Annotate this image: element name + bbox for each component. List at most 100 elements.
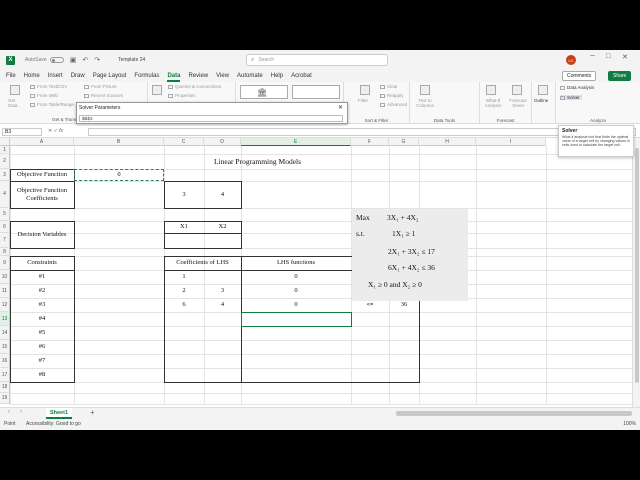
redo-icon[interactable]: ↷: [94, 56, 100, 64]
row-header-10[interactable]: 10: [0, 270, 10, 284]
row-header-8[interactable]: 8: [0, 248, 10, 256]
lhs-function-value[interactable]: 0: [241, 284, 351, 298]
lhs-function-value[interactable]: 0: [241, 270, 351, 284]
tab-formulas[interactable]: Formulas: [134, 73, 159, 79]
tab-file[interactable]: File: [6, 73, 16, 79]
select-all-corner[interactable]: [0, 138, 10, 146]
tab-draw[interactable]: Draw: [71, 73, 85, 79]
column-header-g[interactable]: G: [389, 138, 419, 146]
vertical-scrollbar[interactable]: [632, 138, 640, 410]
minimize-icon[interactable]: ─: [590, 53, 595, 60]
lhs-coef-2[interactable]: [204, 270, 241, 284]
close-icon[interactable]: ✕: [622, 53, 628, 61]
clear-button[interactable]: Clear: [380, 84, 398, 89]
from-table-button[interactable]: From Table/Range: [30, 102, 74, 107]
row-header-17[interactable]: 17: [0, 368, 10, 382]
lhs-function-value[interactable]: 0: [241, 298, 351, 312]
lhs-coef-1[interactable]: 2: [164, 284, 204, 298]
close-icon[interactable]: ✕: [338, 104, 343, 111]
tab-view[interactable]: View: [216, 73, 229, 79]
undo-icon[interactable]: ↶: [82, 56, 88, 64]
row-header-12[interactable]: 12: [0, 298, 10, 312]
row-header-11[interactable]: 11: [0, 284, 10, 298]
avatar[interactable]: LC: [566, 55, 576, 65]
row-header-13[interactable]: 13: [0, 312, 10, 326]
add-sheet-icon[interactable]: +: [90, 408, 95, 417]
text-to-columns-button[interactable]: Text to Columns: [416, 98, 434, 108]
row-header-2[interactable]: 2: [0, 154, 10, 169]
row-header-5[interactable]: 5: [0, 208, 10, 221]
selected-cell[interactable]: [241, 312, 352, 327]
lhs-coef-1[interactable]: 6: [164, 298, 204, 312]
filter-button[interactable]: Filter: [358, 98, 368, 103]
column-header-a[interactable]: A: [10, 138, 74, 146]
formula-input[interactable]: [88, 128, 636, 136]
data-analysis-button[interactable]: Data Analysis: [560, 85, 594, 90]
tab-insert[interactable]: Insert: [48, 73, 63, 79]
row-header-1[interactable]: 1: [0, 146, 10, 154]
tab-help[interactable]: Help: [271, 73, 283, 79]
coef-x1[interactable]: 3: [164, 181, 204, 208]
name-box[interactable]: B3: [2, 128, 42, 136]
row-header-4[interactable]: 4: [0, 181, 10, 208]
save-icon[interactable]: ▣: [70, 56, 77, 64]
row-header-15[interactable]: 15: [0, 340, 10, 354]
filter-icon[interactable]: [360, 85, 370, 95]
tab-page-layout[interactable]: Page Layout: [93, 73, 127, 79]
advanced-button[interactable]: Advanced: [380, 102, 407, 107]
autosave-toggle[interactable]: [49, 57, 64, 63]
column-header-c[interactable]: C: [164, 138, 204, 146]
queries-connections-button[interactable]: Queries & Connections: [168, 84, 221, 89]
prev-sheet-icon[interactable]: ‹: [8, 409, 10, 415]
row-header-16[interactable]: 16: [0, 354, 10, 368]
tab-review[interactable]: Review: [188, 73, 208, 79]
next-sheet-icon[interactable]: ›: [20, 409, 22, 415]
column-header-e[interactable]: E: [241, 138, 351, 146]
row-header-3[interactable]: 3: [0, 169, 10, 181]
get-data-button[interactable]: Get Data: [8, 98, 22, 108]
coef-x2[interactable]: 4: [204, 181, 241, 208]
maximize-icon[interactable]: □: [606, 53, 610, 60]
horizontal-scrollbar[interactable]: [396, 411, 632, 416]
tab-home[interactable]: Home: [24, 73, 40, 79]
refresh-all-icon[interactable]: [152, 85, 162, 95]
set-objective-field[interactable]: $B$3: [79, 115, 343, 122]
spreadsheet-grid[interactable]: A B C D E F G H I 1 2 3 4 5 6 7 8 9 10 11 12 13 14 15 16 17 18 19 Li…: [0, 138, 633, 410]
from-web-button[interactable]: From Web: [30, 93, 58, 98]
row-header-7[interactable]: 7: [0, 233, 10, 248]
geography-datatype[interactable]: [292, 85, 340, 99]
tab-automate[interactable]: Automate: [237, 73, 263, 79]
search-input[interactable]: ⌕ Search: [246, 54, 388, 66]
solver-button[interactable]: Solver: [560, 95, 582, 100]
from-picture-button[interactable]: From Picture: [84, 84, 117, 89]
forecast-sheet-button[interactable]: Forecast Sheet: [508, 98, 528, 108]
row-header-14[interactable]: 14: [0, 326, 10, 340]
column-header-f[interactable]: F: [351, 138, 389, 146]
column-header-d[interactable]: D: [204, 138, 241, 146]
properties-button[interactable]: Properties: [168, 93, 196, 98]
tab-data[interactable]: Data: [167, 73, 181, 82]
lhs-coef-2[interactable]: 4: [204, 298, 241, 312]
lhs-coef-2[interactable]: 3: [204, 284, 241, 298]
outline-button[interactable]: Outline: [534, 98, 548, 103]
scroll-thumb[interactable]: [635, 148, 639, 383]
zoom-level[interactable]: 100%: [623, 421, 636, 427]
column-header-h[interactable]: H: [419, 138, 476, 146]
stocks-datatype[interactable]: 🏛: [240, 85, 288, 99]
tab-acrobat[interactable]: Acrobat: [291, 73, 312, 79]
share-button[interactable]: Share: [608, 71, 632, 81]
column-header-b[interactable]: B: [74, 138, 164, 146]
accessibility-status[interactable]: Accessibility: Good to go: [26, 421, 81, 427]
what-if-button[interactable]: What-If Analysis: [482, 98, 504, 108]
row-header-19[interactable]: 19: [0, 393, 10, 404]
column-header-i[interactable]: I: [476, 138, 546, 146]
row-header-18[interactable]: 18: [0, 382, 10, 393]
lhs-coef-1[interactable]: 1: [164, 270, 204, 284]
row-header-9[interactable]: 9: [0, 256, 10, 270]
reapply-button[interactable]: Reapply: [380, 93, 404, 98]
sheet-tab[interactable]: Sheet1: [46, 408, 72, 419]
row-header-6[interactable]: 6: [0, 221, 10, 233]
recent-sources-button[interactable]: Recent Sources: [84, 93, 123, 98]
from-text-csv-button[interactable]: From Text/CSV: [30, 84, 67, 89]
comments-button[interactable]: Comments: [562, 71, 597, 81]
